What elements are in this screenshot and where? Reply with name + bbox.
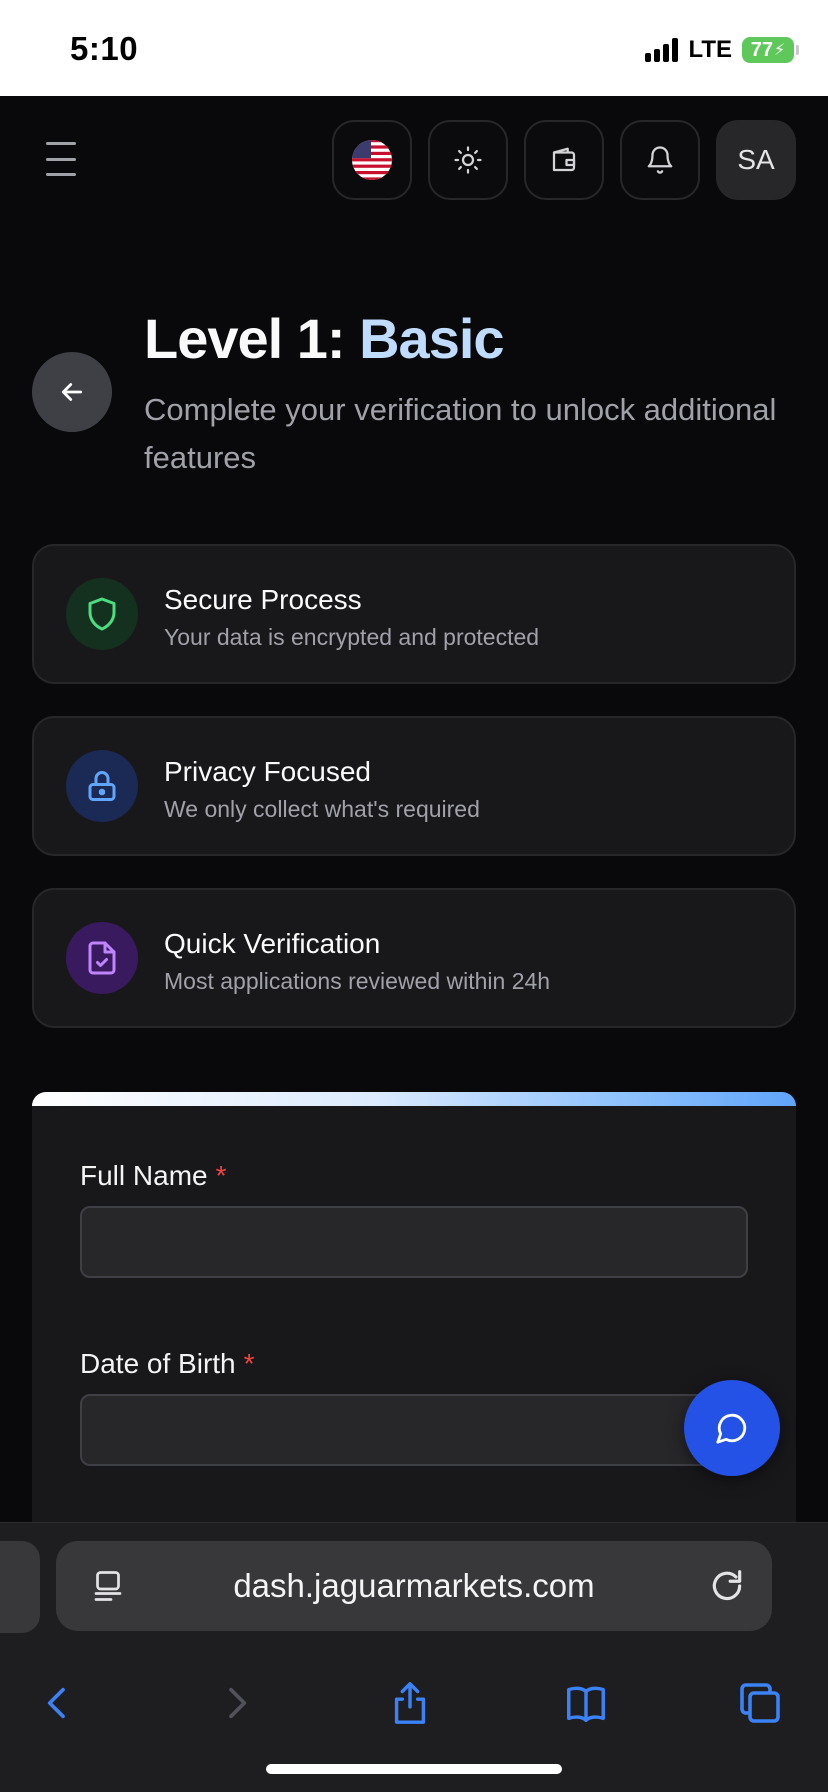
us-flag-icon (352, 140, 392, 180)
dob-label: Date of Birth * (80, 1348, 255, 1379)
feature-description: Most applications reviewed within 24h (164, 968, 551, 994)
notifications-button[interactable] (620, 120, 700, 200)
previous-tab-peek[interactable] (0, 1541, 40, 1633)
feature-description: We only collect what's required (164, 796, 480, 822)
title-main: Level 1: (144, 307, 360, 370)
hamburger-menu-icon[interactable] (46, 142, 90, 176)
file-check-icon (66, 922, 138, 994)
back-nav-icon[interactable] (28, 1673, 88, 1733)
title-accent: Basic (359, 307, 504, 370)
browser-nav-bar (0, 1653, 828, 1753)
wallet-button[interactable] (524, 120, 604, 200)
feature-title: Secure Process (164, 584, 362, 615)
address-bar[interactable]: dash.jaguarmarkets.com (56, 1541, 772, 1631)
reload-icon[interactable] (708, 1567, 746, 1605)
avatar[interactable]: SA (716, 120, 796, 200)
theme-toggle-button[interactable] (428, 120, 508, 200)
app-header: SA (0, 96, 828, 226)
full-name-label: Full Name * (80, 1160, 227, 1191)
required-marker: * (243, 1348, 255, 1379)
back-button[interactable] (32, 352, 112, 432)
network-label: LTE (688, 36, 732, 63)
wallet-icon (552, 147, 576, 172)
share-icon[interactable] (380, 1673, 440, 1733)
page-title: Level 1: Basic (144, 306, 505, 371)
feature-card-secure: Secure Process Your data is encrypted an… (32, 544, 796, 684)
url-text: dash.jaguarmarkets.com (233, 1567, 595, 1604)
home-indicator[interactable] (266, 1764, 562, 1774)
bookmarks-icon[interactable] (556, 1673, 616, 1733)
form-accent-bar (32, 1092, 796, 1106)
date-of-birth-field[interactable] (80, 1394, 748, 1466)
chat-button[interactable] (684, 1380, 780, 1476)
tabs-icon[interactable] (730, 1673, 790, 1733)
battery-level: 77 (750, 38, 773, 61)
sun-icon (454, 146, 482, 174)
lock-icon (66, 750, 138, 822)
feature-title: Quick Verification (164, 928, 381, 959)
signal-icon (645, 38, 679, 62)
feature-description: Your data is encrypted and protected (164, 624, 540, 650)
browser-toolbar: dash.jaguarmarkets.com (0, 1522, 828, 1792)
battery-icon: 77 ⚡ (742, 37, 799, 63)
page-subtitle: Complete your verification to unlock add… (144, 392, 777, 475)
feature-title: Privacy Focused (164, 756, 371, 787)
language-button[interactable] (332, 120, 412, 200)
feature-card-quick: Quick Verification Most applications rev… (32, 888, 796, 1028)
status-indicators: LTE 77 ⚡ (645, 36, 799, 64)
status-time: 5:10 (70, 30, 139, 67)
required-marker: * (215, 1160, 227, 1191)
feature-card-privacy: Privacy Focused We only collect what's r… (32, 716, 796, 856)
arrow-left-icon (61, 383, 83, 401)
chat-bubble-icon (716, 1413, 747, 1444)
full-name-field[interactable] (80, 1206, 748, 1278)
shield-icon (66, 578, 138, 650)
bell-icon (647, 146, 673, 174)
forward-nav-icon[interactable] (206, 1673, 266, 1733)
status-bar: 5:10 LTE 77 ⚡ (0, 0, 828, 96)
